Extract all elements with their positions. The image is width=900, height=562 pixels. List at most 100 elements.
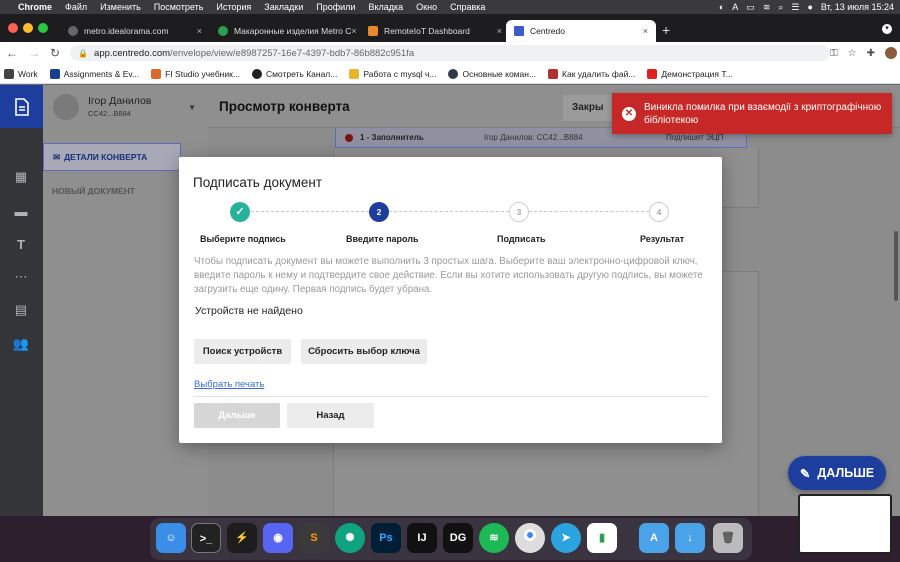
signer-user: Ігор Данилов: CC42...B884 [484, 133, 583, 142]
key-icon[interactable]: ⚿ [830, 48, 838, 59]
nav-envelope-details[interactable]: ✉ ДЕТАЛИ КОНВЕРТА [43, 143, 181, 171]
step-4-label: Результат [640, 234, 685, 244]
menu-app-name[interactable]: Chrome [18, 2, 52, 12]
bookmark-label: Как удалить фай... [562, 68, 636, 79]
menu-profiles[interactable]: Профили [316, 2, 355, 12]
tab-makaronnye[interactable]: Макаронные изделия Metro C × [210, 20, 360, 42]
clock[interactable]: Вт, 13 июля 15:24 [821, 2, 894, 12]
tab-centredo[interactable]: Centredo × [506, 20, 656, 42]
menu-window[interactable]: Окно [416, 2, 437, 12]
status-dot [345, 134, 353, 142]
battery-icon[interactable]: ▭ [746, 2, 755, 13]
choose-stamp-link[interactable]: Выбрать печать [194, 379, 264, 390]
chrome-icon[interactable] [515, 523, 545, 553]
spotify-icon[interactable]: ≋ [479, 523, 509, 553]
intellij-icon[interactable]: IJ [407, 523, 437, 553]
bookmark-kanal[interactable]: Смотреть Канал... [251, 68, 337, 79]
downloads-folder-icon[interactable]: ↓ [675, 523, 705, 553]
more-horizontal-icon[interactable]: ⋯ [12, 268, 30, 286]
bookmark-assignments[interactable]: Assignments & Ev... [49, 68, 139, 79]
new-tab-button[interactable]: + [662, 22, 670, 38]
step-connector [529, 211, 649, 212]
keyboard-layout-icon[interactable]: A [732, 2, 738, 12]
tab-search-icon[interactable]: ▾ [882, 24, 892, 34]
bookmark-udalit[interactable]: Как удалить фай... [548, 68, 636, 79]
tab-remoteiot[interactable]: RemoteIoT Dashboard × [360, 20, 510, 42]
app-logo-icon[interactable] [0, 85, 43, 128]
close-window-icon[interactable] [8, 23, 18, 33]
bookmarks-bar: Work Assignments & Ev... FI Studio учебн… [0, 64, 900, 84]
url-bar[interactable]: 🔒 app.centredo.com /envelope/view/e89872… [70, 45, 831, 61]
folder-icon[interactable]: ▬ [12, 203, 30, 221]
next-button-disabled[interactable]: Дальше [194, 403, 280, 428]
reset-key-button[interactable]: Сбросить выбор ключа [301, 339, 427, 364]
menu-bookmarks[interactable]: Закладки [264, 2, 303, 12]
back-button[interactable]: Назад [287, 403, 374, 428]
photoshop-icon[interactable]: Ps [371, 523, 401, 553]
nav-label: НОВЫЙ ДОКУМЕНТ [52, 186, 136, 196]
chatgpt-icon[interactable]: ✺ [335, 523, 365, 553]
text-format-icon[interactable]: T [12, 236, 30, 254]
bookmark-label: Работа с mysql ч... [363, 68, 437, 79]
sublime-text-icon[interactable]: S [299, 523, 329, 553]
telegram-icon[interactable]: ➤ [551, 523, 581, 553]
favicon-icon [368, 26, 378, 36]
close-tab-icon[interactable]: × [497, 26, 502, 36]
screenshot-thumbnail[interactable] [798, 494, 892, 554]
url-path: /envelope/view/e8987257-16e7-4397-bdb7-8… [170, 47, 415, 59]
menu-view[interactable]: Посмотреть [154, 2, 204, 12]
bookmark-demonstraciya[interactable]: Демонстрация Т... [647, 68, 733, 79]
applications-folder-icon[interactable]: A [639, 523, 669, 553]
menu-help[interactable]: Справка [450, 2, 485, 12]
lightning-app-icon[interactable]: ⚡ [227, 523, 257, 553]
discord-icon[interactable]: ◉ [263, 523, 293, 553]
search-icon[interactable]: ⌕ [778, 2, 783, 13]
menu-tab[interactable]: Вкладка [368, 2, 403, 12]
menu-history[interactable]: История [216, 2, 251, 12]
close-tab-icon[interactable]: × [643, 26, 648, 36]
bookmark-komandy[interactable]: Основные коман... [448, 68, 536, 79]
profile-avatar[interactable] [885, 47, 898, 59]
search-devices-button[interactable]: Поиск устройств [194, 339, 291, 364]
reload-icon[interactable]: ↻ [50, 46, 60, 60]
favicon-icon [49, 68, 60, 79]
terminal-icon[interactable]: >_ [191, 523, 221, 553]
numbers-icon[interactable]: ▮ [587, 523, 617, 553]
bookmark-fl-studio[interactable]: FI Studio учебник... [151, 68, 240, 79]
extensions-icon[interactable]: ✚ [867, 48, 875, 59]
minimize-window-icon[interactable] [23, 23, 33, 33]
scrollbar-thumb[interactable] [894, 231, 898, 301]
menu-file[interactable]: Файл [65, 2, 87, 12]
zoom-window-icon[interactable] [38, 23, 48, 33]
nav-label: ДЕТАЛИ КОНВЕРТА [64, 152, 148, 162]
menu-edit[interactable]: Изменить [100, 2, 141, 12]
next-fab-button[interactable]: ✎ ДАЛЬШЕ [788, 456, 886, 490]
step-1-label: Выберите подпись [200, 234, 286, 244]
control-center-icon[interactable]: ☰ [791, 2, 799, 13]
lock-icon[interactable]: 🔒 [78, 49, 88, 58]
macos-menubar: Chrome Файл Изменить Посмотреть История … [0, 0, 900, 14]
chevron-down-icon[interactable]: ▼ [188, 103, 196, 112]
bookmark-star-icon[interactable]: ☆ [848, 48, 857, 59]
nav-new-document[interactable]: НОВЫЙ ДОКУМЕНТ [43, 177, 181, 205]
dashboard-icon[interactable]: ▦ [12, 168, 30, 186]
step-connector [389, 211, 509, 212]
forward-icon[interactable]: → [28, 46, 40, 60]
user-switcher[interactable]: Ігор Данилов CC42...B884 ▼ [43, 85, 208, 128]
error-toast[interactable]: ✕ Виникла помилка при взаємодії з крипто… [612, 93, 892, 134]
finder-icon[interactable]: ☺ [156, 523, 186, 553]
back-icon[interactable]: ← [6, 46, 18, 60]
close-tab-icon[interactable]: × [351, 26, 356, 36]
people-icon[interactable]: 👥 [12, 335, 30, 353]
siri-icon[interactable]: ● [807, 2, 812, 12]
library-icon[interactable]: ▤ [12, 301, 30, 319]
trash-icon[interactable]: 🗑 [713, 523, 743, 553]
favicon-icon [448, 68, 459, 79]
bookmark-mysql[interactable]: Работа с mysql ч... [349, 68, 437, 79]
close-tab-icon[interactable]: × [197, 26, 202, 36]
bookmark-folder-work[interactable]: Work [4, 68, 38, 79]
tab-metro[interactable]: metro.idealorama.com × [60, 20, 210, 42]
wifi-icon[interactable]: ≋ [763, 2, 771, 13]
status-icon[interactable]: ◐ [719, 2, 724, 12]
datagrip-icon[interactable]: DG [443, 523, 473, 553]
